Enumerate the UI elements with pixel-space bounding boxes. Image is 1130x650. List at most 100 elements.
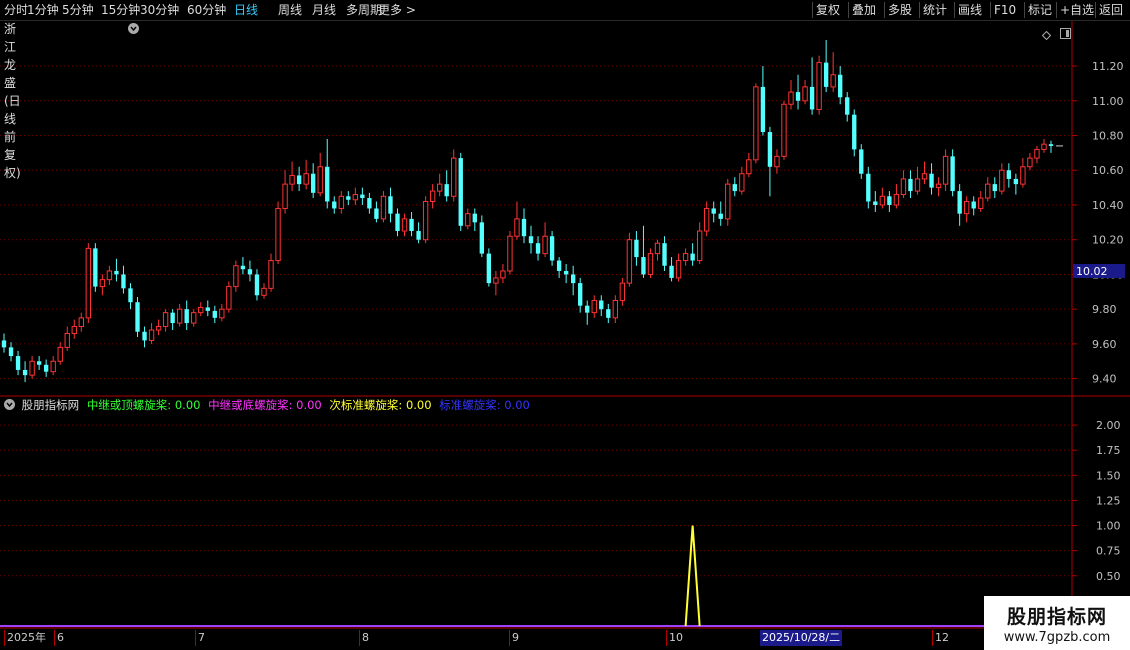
candle-body-down (669, 265, 674, 278)
candle-body-down (838, 74, 843, 98)
candle-body-down (360, 194, 365, 199)
chevron-down-circle-icon[interactable] (128, 23, 139, 34)
period-tab-6[interactable]: 日线 (234, 1, 258, 19)
toolbar-button-2[interactable]: 多股 (888, 1, 912, 19)
indicator-tick-label: 1.25 (1096, 494, 1121, 507)
price-tick-label: 9.80 (1092, 303, 1117, 316)
toolbar-button-1[interactable]: 叠加 (852, 1, 876, 19)
candle-body-down (332, 201, 337, 209)
candle-body-down (549, 236, 555, 261)
candle-body-up (71, 326, 77, 334)
toolbar-separator (990, 2, 991, 18)
toolbar-button-6[interactable]: 标记 (1028, 1, 1052, 19)
period-tab-8[interactable]: 月线 (312, 1, 336, 19)
candle-body-up (282, 183, 288, 209)
period-tab-10[interactable]: 更多 > (378, 1, 416, 19)
candle-body-up (352, 194, 359, 201)
candle-body-down (205, 307, 210, 311)
candle-body-down (43, 364, 49, 372)
date-label: 2025年 (4, 630, 46, 646)
panel-toggle-icon[interactable] (1060, 24, 1071, 39)
candle-body-up (64, 332, 70, 348)
candle-body-up (275, 207, 281, 262)
candle-body-up (753, 86, 759, 161)
candle-body-down (311, 173, 316, 193)
period-tab-3[interactable]: 15分钟 (101, 1, 140, 19)
candle-body-down (767, 132, 773, 167)
price-tick-label: 10.80 (1092, 130, 1124, 143)
period-tab-1[interactable]: 1分钟 (27, 1, 59, 19)
candle-body-down (823, 62, 829, 87)
candle-body-up (465, 213, 471, 227)
price-tick-label: 9.60 (1092, 338, 1117, 351)
date-label: 6 (54, 630, 64, 646)
candle-body-down (395, 213, 400, 232)
candle-body-up (696, 230, 703, 262)
candle-body-down (908, 178, 913, 192)
candle-body-down (795, 92, 801, 101)
period-tab-0[interactable]: 分时 (4, 1, 28, 19)
watermark-url: www.7gpzb.com (1003, 630, 1111, 645)
price-grid (0, 65, 1072, 380)
date-label: 12 (932, 630, 949, 646)
period-tab-9[interactable]: 多周期 (346, 1, 382, 19)
toolbar-button-4[interactable]: 画线 (958, 1, 982, 19)
toolbar-separator (954, 2, 955, 18)
candle-body-down (634, 239, 639, 258)
toolbar-button-7[interactable]: +自选 (1060, 1, 1094, 19)
indicator-tick-label: 2.00 (1096, 419, 1121, 432)
candle-body-down (479, 222, 485, 254)
candle-body-down (528, 236, 534, 244)
date-label: 10 (666, 630, 683, 646)
candle-body-down (535, 243, 541, 254)
candle-body-down (599, 300, 604, 310)
candle-body-up (619, 282, 626, 301)
candle-body-up (704, 207, 710, 232)
price-tick-label: 9.40 (1092, 373, 1117, 386)
diamond-icon[interactable] (1041, 25, 1052, 41)
indicator-tick-label: 0.75 (1096, 545, 1121, 558)
candle-body-up (451, 157, 457, 197)
candle-body-down (992, 184, 997, 192)
candle-body-down (859, 149, 864, 174)
toolbar-button-8[interactable]: 返回 (1099, 1, 1123, 19)
candle-body-down (957, 191, 962, 214)
candle-body-down (585, 305, 590, 313)
chevron-down-circle-icon[interactable] (4, 399, 15, 410)
candle-body-up (380, 195, 387, 220)
candle-body-down (296, 175, 302, 185)
candle-body-down (135, 302, 140, 332)
chart-canvas[interactable]: 11.2011.0010.8010.6010.4010.2010.009.809… (0, 0, 1130, 650)
price-tick-label: 10.60 (1092, 164, 1124, 177)
candle-body-down (971, 201, 976, 209)
candle-body-up (289, 174, 295, 185)
toolbar-separator (812, 2, 813, 18)
period-tab-2[interactable]: 5分钟 (62, 1, 94, 19)
candle-body-up (436, 183, 443, 192)
candle-body-down (374, 208, 379, 219)
toolbar-button-0[interactable]: 复权 (816, 1, 840, 19)
candle-body-down (142, 331, 147, 341)
candle-body-down (458, 158, 463, 226)
candle-body-up (155, 326, 162, 331)
candle-body-up (198, 306, 204, 314)
candle-body-up (999, 169, 1005, 192)
candle-body-down (845, 97, 850, 115)
toolbar-button-3[interactable]: 统计 (923, 1, 947, 19)
candle-body-up (429, 190, 436, 203)
period-tab-5[interactable]: 60分钟 (187, 1, 226, 19)
price-tick-label: 11.20 (1092, 60, 1124, 73)
period-tab-7[interactable]: 周线 (278, 1, 302, 19)
candle-body-down (578, 283, 583, 306)
candle-body-up (57, 346, 63, 362)
candle-body-down (1013, 178, 1019, 185)
toolbar-button-5[interactable]: F10 (994, 1, 1016, 19)
candle-body-down (472, 213, 477, 223)
candle-body-down (760, 86, 766, 133)
candle-body-down (1, 340, 7, 348)
legend-line-4: 标准螺旋桨: 0.00 (439, 398, 530, 412)
candle-body-down (873, 201, 878, 205)
watermark-title: 股朋指标网 (1006, 606, 1107, 628)
period-tab-4[interactable]: 30分钟 (140, 1, 179, 19)
candle-body-up (963, 201, 970, 215)
